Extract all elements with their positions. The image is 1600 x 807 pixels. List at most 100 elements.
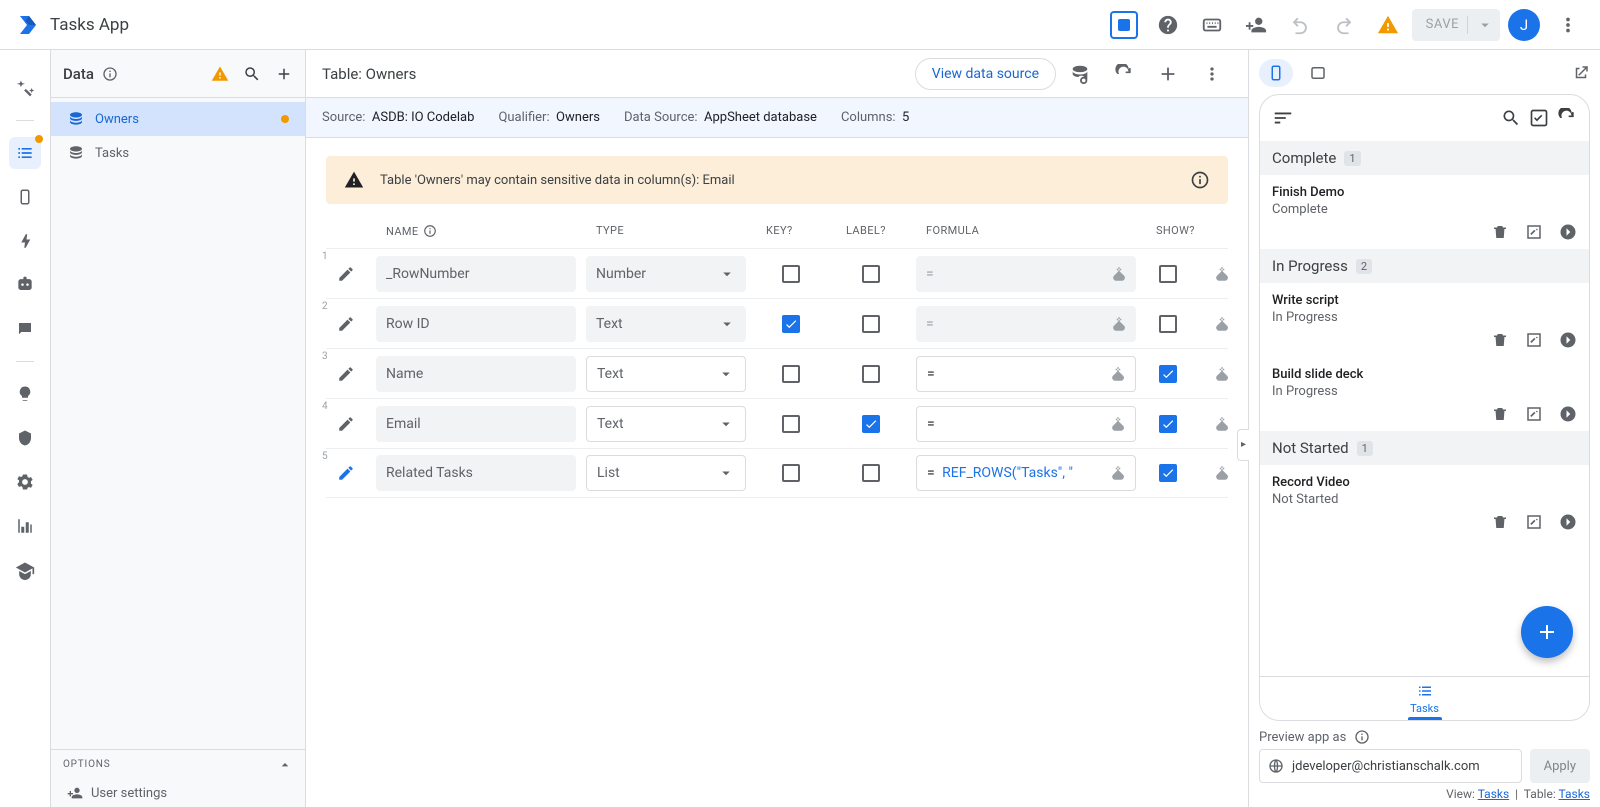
column-name-input[interactable] [376,406,576,442]
formula-input[interactable]: = [916,406,1136,442]
rail-chat[interactable] [9,313,41,345]
preview-group-header[interactable]: Not Started1 [1260,431,1589,465]
beaker-icon[interactable] [1109,464,1127,482]
beaker-icon[interactable] [1200,365,1244,383]
rail-automation[interactable] [9,269,41,301]
refresh-button[interactable] [1104,54,1144,94]
chevron-right-icon[interactable] [1559,223,1577,241]
checkbox[interactable] [862,315,880,333]
rail-actions[interactable] [9,225,41,257]
edit-icon[interactable] [1525,405,1543,423]
preview-card[interactable]: Write script In Progress [1260,283,1589,357]
rail-views[interactable] [9,181,41,213]
pencil-icon[interactable] [326,265,366,283]
column-type-select[interactable]: Number [586,256,746,292]
checkbox[interactable] [782,464,800,482]
preview-as-input[interactable]: jdeveloper@christianschalk.com [1259,749,1522,783]
more-button[interactable] [1548,5,1588,45]
beaker-icon[interactable] [1110,265,1128,283]
footer-table-link[interactable]: Tasks [1559,787,1591,801]
column-name-input[interactable] [376,306,576,342]
rail-security[interactable] [9,422,41,454]
rail-intelligence[interactable] [9,378,41,410]
phone-nav-tasks[interactable]: Tasks [1260,676,1589,720]
beaker-icon[interactable] [1110,315,1128,333]
column-type-select[interactable]: Text [586,306,746,342]
preview-group-header[interactable]: Complete1 [1260,141,1589,175]
help-button[interactable] [1148,5,1188,45]
checkbox[interactable] [1159,265,1177,283]
beaker-icon[interactable] [1200,265,1244,283]
column-type-select[interactable]: Text [586,406,746,442]
tablet-preview-toggle[interactable] [1301,59,1335,87]
info-icon[interactable] [1354,729,1370,745]
preview-live-button[interactable] [1104,5,1144,45]
checkbox[interactable] [862,415,880,433]
preview-card[interactable]: Record Video Not Started [1260,465,1589,539]
beaker-icon[interactable] [1109,365,1127,383]
share-button[interactable] [1236,5,1276,45]
checkbox[interactable] [782,415,800,433]
data-source-settings-button[interactable] [1060,54,1100,94]
checkbox[interactable] [782,265,800,283]
info-icon[interactable] [102,66,118,82]
user-settings[interactable]: User settings [51,779,305,807]
redo-button[interactable] [1324,5,1364,45]
beaker-icon[interactable] [1200,464,1244,482]
rail-learn[interactable] [9,554,41,586]
avatar[interactable]: J [1508,9,1540,41]
edit-icon[interactable] [1525,513,1543,531]
checkbox[interactable] [782,315,800,333]
warning-icon[interactable] [211,65,229,83]
select-icon[interactable] [1529,108,1549,128]
beaker-icon[interactable] [1109,415,1127,433]
view-data-source-button[interactable]: View data source [915,58,1056,90]
checkbox[interactable] [1159,464,1177,482]
info-icon[interactable] [1190,170,1210,190]
refresh-icon[interactable] [1557,108,1577,128]
pencil-icon[interactable] [326,464,366,482]
main-more-button[interactable] [1192,54,1232,94]
checkbox[interactable] [782,365,800,383]
search-icon[interactable] [243,65,261,83]
warnings-button[interactable] [1368,5,1408,45]
preview-list[interactable]: Complete1Finish Demo Complete In Progres… [1260,141,1589,676]
search-icon[interactable] [1501,108,1521,128]
app-brand[interactable]: Tasks App [12,13,129,37]
checkbox[interactable] [1159,365,1177,383]
edit-icon[interactable] [1525,223,1543,241]
checkbox[interactable] [862,365,880,383]
apply-button[interactable]: Apply [1530,749,1590,783]
formula-input[interactable]: = REF_ROWS("Tasks", " [916,455,1136,491]
chevron-right-icon[interactable] [1559,331,1577,349]
phone-preview-toggle[interactable] [1259,59,1293,87]
column-type-select[interactable]: Text [586,356,746,392]
trash-icon[interactable] [1491,223,1509,241]
rail-settings[interactable] [9,466,41,498]
checkbox[interactable] [1159,315,1177,333]
save-button[interactable]: SAVE [1412,9,1500,41]
open-new-icon[interactable] [1572,64,1590,82]
add-table-button[interactable] [275,65,293,83]
preview-group-header[interactable]: In Progress2 [1260,249,1589,283]
chevron-right-icon[interactable] [1559,513,1577,531]
checkbox[interactable] [862,265,880,283]
beaker-icon[interactable] [1200,315,1244,333]
rail-data[interactable] [9,137,41,169]
column-name-input[interactable] [376,356,576,392]
footer-view-link[interactable]: Tasks [1478,787,1510,801]
column-name-input[interactable] [376,455,576,491]
formula-input[interactable]: = [916,256,1136,292]
formula-input[interactable]: = [916,306,1136,342]
keyboard-button[interactable] [1192,5,1232,45]
formula-input[interactable]: = [916,356,1136,392]
edit-icon[interactable] [1525,331,1543,349]
pencil-icon[interactable] [326,315,366,333]
rail-suggest[interactable] [9,72,41,104]
pencil-icon[interactable] [326,415,366,433]
column-type-select[interactable]: List [586,455,746,491]
preview-card[interactable]: Finish Demo Complete [1260,175,1589,249]
options-toggle[interactable]: OPTIONS [51,749,305,779]
checkbox[interactable] [862,464,880,482]
expand-handle[interactable]: ▸ [1237,429,1249,461]
